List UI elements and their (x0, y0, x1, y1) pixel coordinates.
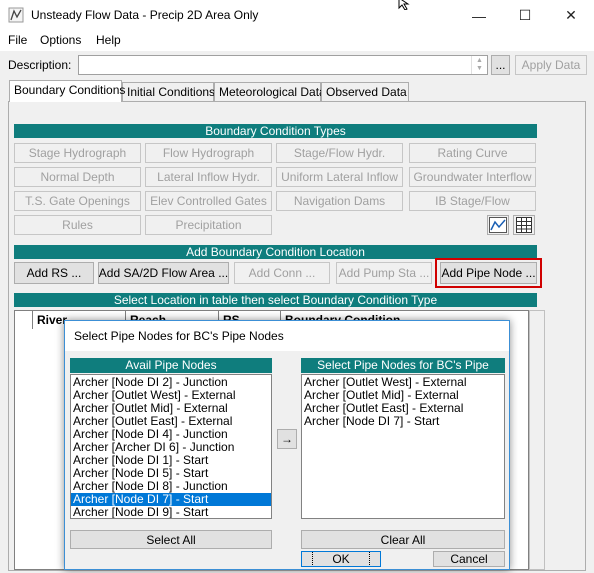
selected-pipe-node-item[interactable]: Archer [Node DI 7] - Start (302, 415, 504, 428)
selected-pipe-nodes-header: Select Pipe Nodes for BC's Pipe Nodes (4… (301, 358, 505, 387)
ib-stage-flow-button[interactable]: IB Stage/Flow (409, 191, 536, 211)
cancel-button[interactable]: Cancel (433, 551, 505, 567)
stage-hydrograph-button[interactable]: Stage Hydrograph (14, 143, 141, 163)
description-label: Description: (8, 58, 72, 72)
tab-boundary-conditions[interactable]: Boundary Conditions (9, 80, 125, 102)
dialog-title: Select Pipe Nodes for BC's Pipe Nodes (65, 321, 509, 351)
close-icon: ✕ (565, 7, 577, 23)
avail-pipe-nodes-header: Avail Pipe Nodes (70, 358, 272, 373)
clear-all-button[interactable]: Clear All (301, 530, 505, 549)
avail-pipe-nodes-list[interactable]: Archer [Node DI 2] - Junction Archer [Out… (70, 374, 272, 519)
avail-pipe-node-item[interactable]: Archer [Node DI 9] - Start (71, 506, 271, 519)
flow-hydrograph-button[interactable]: Flow Hydrograph (145, 143, 272, 163)
add-pump-sta-button[interactable]: Add Pump Sta ... (336, 262, 432, 284)
add-sa-2d-flow-area-button[interactable]: Add SA/2D Flow Area ... (98, 262, 229, 284)
add-pipe-node-button[interactable]: Add Pipe Node ... (440, 262, 537, 284)
menu-options[interactable]: Options (40, 33, 81, 47)
apply-data-button[interactable]: Apply Data (515, 55, 587, 75)
elev-controlled-gates-button[interactable]: Elev Controlled Gates (145, 191, 272, 211)
menu-bar: File Options Help (0, 31, 594, 51)
select-pipe-nodes-dialog: Select Pipe Nodes for BC's Pipe Nodes Av… (64, 320, 510, 570)
add-conn-button[interactable]: Add Conn ... (234, 262, 330, 284)
scroll-down-icon: ▼ (476, 65, 483, 72)
description-input[interactable] (78, 55, 488, 75)
row-header-cell (15, 311, 33, 329)
window-title: Unsteady Flow Data - Precip 2D Area Only (31, 8, 259, 22)
minimize-button[interactable]: — (456, 0, 502, 31)
precipitation-button[interactable]: Precipitation (145, 215, 272, 235)
ok-label: OK (312, 552, 370, 566)
add-location-header: Add Boundary Condition Location (14, 245, 537, 259)
select-all-button[interactable]: Select All (70, 530, 272, 549)
menu-help[interactable]: Help (96, 33, 121, 47)
plot-icon (489, 217, 507, 233)
table-instructions-header: Select Location in table then select Bou… (14, 293, 537, 307)
move-right-button[interactable]: → (277, 429, 297, 449)
arrow-right-icon: → (281, 432, 293, 446)
stage-flow-hydr-button[interactable]: Stage/Flow Hydr. (276, 143, 403, 163)
tab-initial-conditions[interactable]: Initial Conditions (122, 82, 215, 101)
tab-observed-data[interactable]: Observed Data (321, 82, 409, 101)
lateral-inflow-hydr-button[interactable]: Lateral Inflow Hydr. (145, 167, 272, 187)
maximize-button[interactable]: ☐ (502, 0, 548, 31)
table-scrollbar[interactable] (529, 310, 545, 570)
ok-button[interactable]: OK (301, 551, 381, 567)
tab-meteorological-data[interactable]: Meteorological Data (214, 82, 326, 101)
rating-curve-button[interactable]: Rating Curve (409, 143, 536, 163)
bc-types-header: Boundary Condition Types (14, 124, 537, 138)
normal-depth-button[interactable]: Normal Depth (14, 167, 141, 187)
add-rs-button[interactable]: Add RS ... (14, 262, 94, 284)
groundwater-interflow-button[interactable]: Groundwater Interflow (409, 167, 536, 187)
scroll-up-icon: ▲ (476, 57, 483, 64)
ts-gate-openings-button[interactable]: T.S. Gate Openings (14, 191, 141, 211)
minimize-icon: — (472, 7, 486, 24)
rules-button[interactable]: Rules (14, 215, 141, 235)
mouse-cursor-icon (398, 0, 410, 10)
maximize-icon: ☐ (518, 7, 532, 23)
plot-button[interactable] (487, 215, 509, 235)
table-icon (516, 217, 532, 233)
description-scrollbar[interactable]: ▲ ▼ (471, 56, 487, 74)
navigation-dams-button[interactable]: Navigation Dams (276, 191, 403, 211)
table-button[interactable] (513, 215, 535, 235)
uniform-lateral-inflow-button[interactable]: Uniform Lateral Inflow (276, 167, 403, 187)
description-more-button[interactable]: ... (491, 55, 510, 75)
menu-file[interactable]: File (8, 33, 27, 47)
selected-pipe-nodes-list[interactable]: Archer [Outlet West] - External Archer [O… (301, 374, 505, 519)
close-button[interactable]: ✕ (548, 0, 594, 31)
hec-ras-app-icon (8, 7, 24, 23)
title-bar: Unsteady Flow Data - Precip 2D Area Only… (0, 0, 594, 31)
